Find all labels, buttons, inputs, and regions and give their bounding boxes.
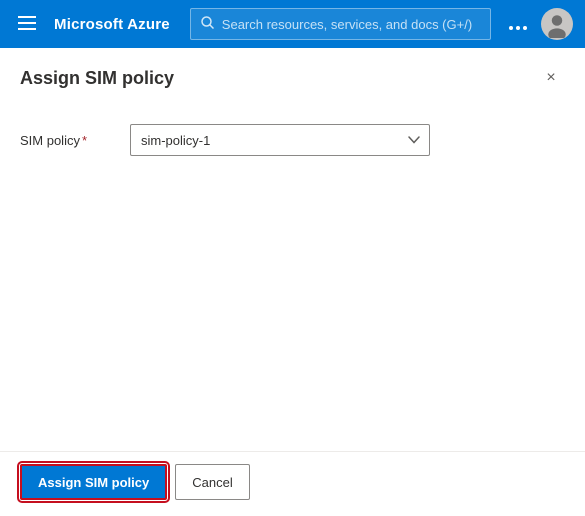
hamburger-icon[interactable] (12, 10, 42, 39)
topbar-actions (503, 8, 573, 40)
required-indicator: * (82, 133, 87, 148)
sim-policy-label: SIM policy* (20, 133, 110, 148)
panel-body: SIM policy* sim-policy-1 sim-policy-2 si… (0, 104, 585, 451)
sim-policy-select-wrapper: sim-policy-1 sim-policy-2 sim-policy-3 (130, 124, 430, 156)
assign-sim-policy-button[interactable]: Assign SIM policy (20, 464, 167, 500)
avatar[interactable] (541, 8, 573, 40)
assign-sim-policy-panel: Assign SIM policy × SIM policy* sim-poli… (0, 48, 585, 516)
panel-title: Assign SIM policy (20, 68, 174, 89)
panel-footer: Assign SIM policy Cancel (0, 451, 585, 516)
topbar: Microsoft Azure (0, 0, 585, 48)
cancel-button[interactable]: Cancel (175, 464, 249, 500)
app-title: Microsoft Azure (54, 16, 170, 33)
close-button[interactable]: × (537, 64, 565, 92)
sim-policy-select[interactable]: sim-policy-1 sim-policy-2 sim-policy-3 (130, 124, 430, 156)
panel-header: Assign SIM policy × (0, 48, 585, 104)
search-bar[interactable] (190, 8, 491, 40)
search-input[interactable] (222, 17, 480, 32)
main-content: Assign SIM policy × SIM policy* sim-poli… (0, 48, 585, 516)
close-icon: × (546, 70, 555, 86)
more-options-icon[interactable] (503, 10, 533, 39)
search-icon (201, 16, 214, 32)
sim-policy-row: SIM policy* sim-policy-1 sim-policy-2 si… (20, 124, 565, 156)
